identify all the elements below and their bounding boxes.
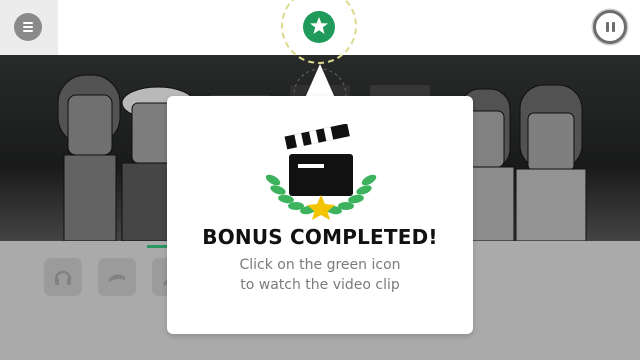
bonus-badge — [265, 124, 377, 220]
bonus-star-button[interactable] — [303, 11, 335, 43]
game-screen: BONUS COMPLETED! Click on the green icon… — [0, 0, 640, 360]
gold-star-icon — [307, 195, 335, 220]
star-icon — [310, 17, 328, 34]
modal-message: Click on the green icon to watch the vid… — [167, 255, 473, 295]
menu-button[interactable] — [14, 13, 42, 41]
clapperboard-icon — [284, 124, 353, 196]
modal-pointer — [305, 64, 335, 98]
top-bar — [0, 0, 640, 64]
modal-message-line-2: to watch the video clip — [240, 277, 400, 293]
pause-button[interactable] — [593, 10, 627, 44]
menu-cell — [0, 0, 58, 55]
bonus-modal[interactable]: BONUS COMPLETED! Click on the green icon… — [167, 96, 473, 334]
modal-title: BONUS COMPLETED! — [202, 225, 438, 249]
modal-message-line-1: Click on the green icon — [239, 257, 401, 273]
